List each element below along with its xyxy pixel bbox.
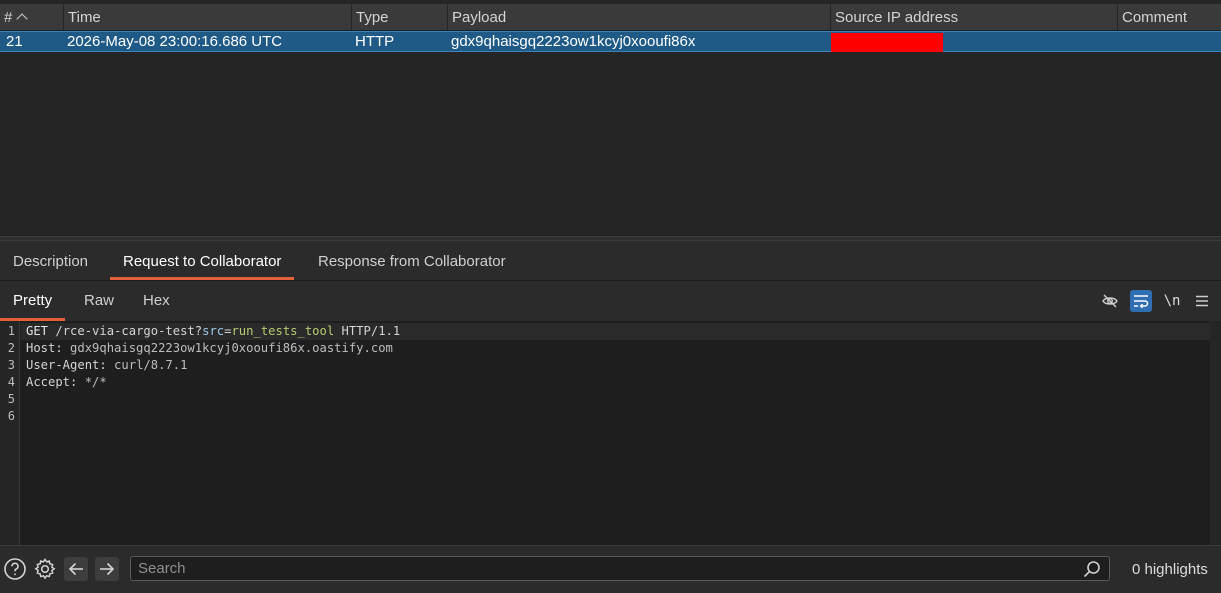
line-number: 4 <box>7 375 15 389</box>
line-number: 3 <box>7 358 15 372</box>
sort-ascending-icon[interactable] <box>16 13 29 25</box>
line-number: 2 <box>7 341 15 355</box>
header-name: Accept: <box>26 375 78 389</box>
menu-icon[interactable] <box>1191 290 1213 312</box>
column-header-source-ip[interactable]: Source IP address <box>830 4 1117 30</box>
help-icon[interactable] <box>3 557 27 581</box>
tab-response-from-collaborator[interactable]: Response from Collaborator <box>305 241 519 280</box>
row-time: 2026-May-08 23:00:16.686 UTC <box>67 33 283 50</box>
table-row[interactable]: 21 2026-May-08 23:00:16.686 UTC HTTP gdx… <box>0 31 1221 52</box>
table-header: # Time Type Payload Source IP address Co… <box>0 4 1221 31</box>
column-label-time: Time <box>68 9 101 26</box>
query-param-name: src <box>202 324 225 338</box>
column-header-comment[interactable]: Comment <box>1117 4 1221 30</box>
tab-raw[interactable]: Raw <box>71 281 127 321</box>
header-value: gdx9qhaisgq2223ow1kcyj0xooufi86x.oastify… <box>62 341 393 355</box>
header-line-host: Host: gdx9qhaisgq2223ow1kcyj0xooufi86x.o… <box>26 340 393 357</box>
highlights-count: 0 highlights <box>1132 561 1208 578</box>
row-type: HTTP <box>355 33 395 50</box>
line-number: 6 <box>7 409 15 423</box>
redacted-source-ip <box>831 33 943 52</box>
row-comment[interactable] <box>1117 32 1221 51</box>
interactions-table: # Time Type Payload Source IP address Co… <box>0 0 1221 237</box>
column-header-type[interactable]: Type <box>351 4 447 30</box>
editor-scrollbar[interactable] <box>1210 321 1221 545</box>
column-label-source-ip: Source IP address <box>835 9 959 26</box>
tab-hex[interactable]: Hex <box>130 281 183 321</box>
http-method: GET <box>26 324 49 338</box>
row-payload: gdx9qhaisgq2223ow1kcyj0xooufi86x <box>451 33 696 50</box>
request-editor[interactable]: 1 2 3 4 5 6 GET /rce-via-cargo-test?src=… <box>0 321 1221 545</box>
line-number: 5 <box>7 392 15 406</box>
column-label-type: Type <box>356 9 389 26</box>
arrow-right-icon[interactable] <box>95 557 119 581</box>
column-header-number[interactable]: # <box>0 4 63 30</box>
view-tab-bar: Pretty Raw Hex \n <box>0 281 1221 322</box>
request-path: /rce-via-cargo-test? <box>55 324 203 338</box>
tab-request-to-collaborator[interactable]: Request to Collaborator <box>110 241 295 280</box>
query-param-value: run_tests_tool <box>231 324 335 338</box>
http-protocol: HTTP/1.1 <box>334 324 401 338</box>
column-label-number: # <box>4 9 13 26</box>
request-line: GET /rce-via-cargo-test?src=run_tests_to… <box>26 323 400 340</box>
detail-tab-bar: Description Request to Collaborator Resp… <box>0 241 1221 281</box>
header-line-user-agent: User-Agent: curl/8.7.1 <box>26 357 187 374</box>
header-value: curl/8.7.1 <box>106 358 188 372</box>
search-input[interactable] <box>131 557 1071 580</box>
line-number-gutter: 1 2 3 4 5 6 <box>0 321 20 545</box>
column-label-payload: Payload <box>452 9 507 26</box>
row-number: 21 <box>6 33 23 50</box>
hide-non-printing-icon[interactable] <box>1099 290 1121 312</box>
search-box <box>130 556 1110 581</box>
header-name: Host: <box>26 341 63 355</box>
word-wrap-icon[interactable] <box>1130 290 1152 312</box>
settings-icon[interactable] <box>33 557 57 581</box>
show-newlines-toggle[interactable]: \n <box>1161 290 1183 312</box>
bottom-toolbar: 0 highlights <box>0 545 1221 593</box>
header-name: User-Agent: <box>26 358 107 372</box>
search-icon[interactable] <box>1083 560 1101 578</box>
arrow-left-icon[interactable] <box>64 557 88 581</box>
column-label-comment: Comment <box>1122 9 1188 26</box>
tab-description[interactable]: Description <box>0 241 101 280</box>
column-header-payload[interactable]: Payload <box>447 4 830 30</box>
column-header-time[interactable]: Time <box>63 4 351 30</box>
header-value: */* <box>77 375 107 389</box>
tab-pretty[interactable]: Pretty <box>0 281 66 321</box>
header-line-accept: Accept: */* <box>26 374 107 391</box>
line-number: 1 <box>7 324 15 338</box>
